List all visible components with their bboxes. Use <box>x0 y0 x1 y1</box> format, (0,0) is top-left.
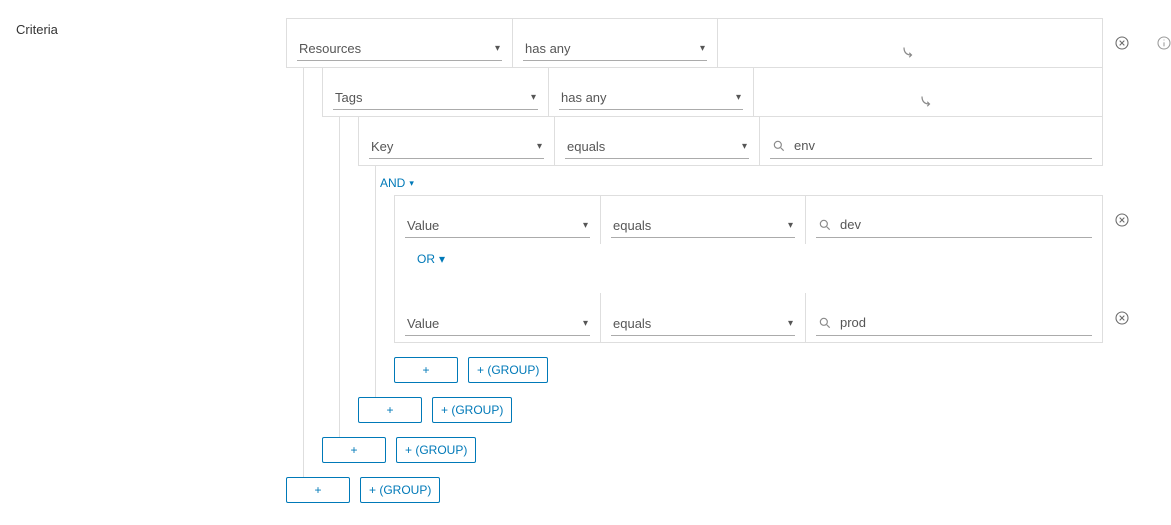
info-button[interactable] <box>1156 35 1171 51</box>
close-circle-icon <box>1114 212 1130 228</box>
operator-label: has any <box>525 41 571 56</box>
field-select-value-2[interactable]: Value ▾ <box>405 312 590 336</box>
close-circle-icon <box>1114 35 1130 51</box>
chevron-down-icon: ▾ <box>788 220 793 231</box>
value-input-field[interactable] <box>792 137 1090 154</box>
add-group-button[interactable]: + (GROUP) <box>360 477 440 503</box>
clause-value-dev: Value ▾ equals ▾ <box>394 195 1103 245</box>
chevron-down-icon: ▾ <box>531 92 536 103</box>
remove-clause-button[interactable] <box>1114 310 1130 326</box>
chevron-down-icon: ▾ <box>583 318 588 329</box>
operator-label: equals <box>613 316 651 331</box>
chevron-down-icon: ▾ <box>537 141 542 152</box>
search-icon <box>818 316 832 330</box>
search-icon <box>772 139 786 153</box>
chevron-down-icon: ▾ <box>495 43 500 54</box>
connector-label: OR <box>417 252 435 266</box>
arrow-down-right-icon <box>901 43 919 61</box>
field-select-key[interactable]: Key ▾ <box>369 135 544 159</box>
chevron-down-icon: ▾ <box>409 178 414 189</box>
add-rule-button[interactable]: + <box>394 357 458 383</box>
field-select-tags[interactable]: Tags ▾ <box>333 86 538 110</box>
add-rule-button[interactable]: + <box>322 437 386 463</box>
chevron-down-icon: ▾ <box>439 252 445 266</box>
remove-clause-button[interactable] <box>1114 35 1130 51</box>
field-select-resources[interactable]: Resources ▾ <box>297 37 502 61</box>
info-icon <box>1156 35 1171 51</box>
close-circle-icon <box>1114 310 1130 326</box>
field-label: Value <box>407 316 439 331</box>
add-rule-button[interactable]: + <box>358 397 422 423</box>
chevron-down-icon: ▾ <box>788 318 793 329</box>
operator-select-value-2[interactable]: equals ▾ <box>611 312 795 336</box>
add-rule-button[interactable]: + <box>286 477 350 503</box>
add-group-button[interactable]: + (GROUP) <box>396 437 476 463</box>
value-input-prod[interactable] <box>816 312 1092 336</box>
connector-or[interactable]: OR ▾ <box>417 252 445 266</box>
operator-select-resources[interactable]: has any ▾ <box>523 37 707 61</box>
operator-label: equals <box>567 139 605 154</box>
operator-label: equals <box>613 218 651 233</box>
clause-or-connector-row: OR ▾ <box>394 244 1103 294</box>
value-input-field[interactable] <box>838 314 1090 331</box>
value-input-field[interactable] <box>838 216 1090 233</box>
chevron-down-icon: ▾ <box>583 220 588 231</box>
expand-indicator <box>764 92 1092 110</box>
field-label: Resources <box>299 41 361 56</box>
remove-clause-button[interactable] <box>1114 212 1130 228</box>
field-label: Key <box>371 139 393 154</box>
operator-label: has any <box>561 90 607 105</box>
clause-key: Key ▾ equals ▾ <box>358 116 1103 166</box>
clause-resources: Resources ▾ has any ▾ <box>286 18 1103 68</box>
operator-select-value-1[interactable]: equals ▾ <box>611 214 795 238</box>
operator-select-tags[interactable]: has any ▾ <box>559 86 743 110</box>
expand-indicator <box>728 43 1092 61</box>
chevron-down-icon: ▾ <box>742 141 747 152</box>
connector-label: AND <box>380 176 405 190</box>
operator-select-key[interactable]: equals ▾ <box>565 135 749 159</box>
field-select-value-1[interactable]: Value ▾ <box>405 214 590 238</box>
field-label: Value <box>407 218 439 233</box>
add-group-button[interactable]: + (GROUP) <box>468 357 548 383</box>
field-label: Tags <box>335 90 362 105</box>
chevron-down-icon: ▾ <box>736 92 741 103</box>
criteria-label: Criteria <box>16 18 286 37</box>
connector-and[interactable]: AND ▾ <box>380 176 1103 190</box>
clause-value-prod: Value ▾ equals ▾ <box>394 293 1103 343</box>
add-group-button[interactable]: + (GROUP) <box>432 397 512 423</box>
value-input-key[interactable] <box>770 135 1092 159</box>
chevron-down-icon: ▾ <box>700 43 705 54</box>
value-input-dev[interactable] <box>816 214 1092 238</box>
arrow-down-right-icon <box>919 92 937 110</box>
search-icon <box>818 218 832 232</box>
clause-tags: Tags ▾ has any ▾ <box>322 67 1103 117</box>
